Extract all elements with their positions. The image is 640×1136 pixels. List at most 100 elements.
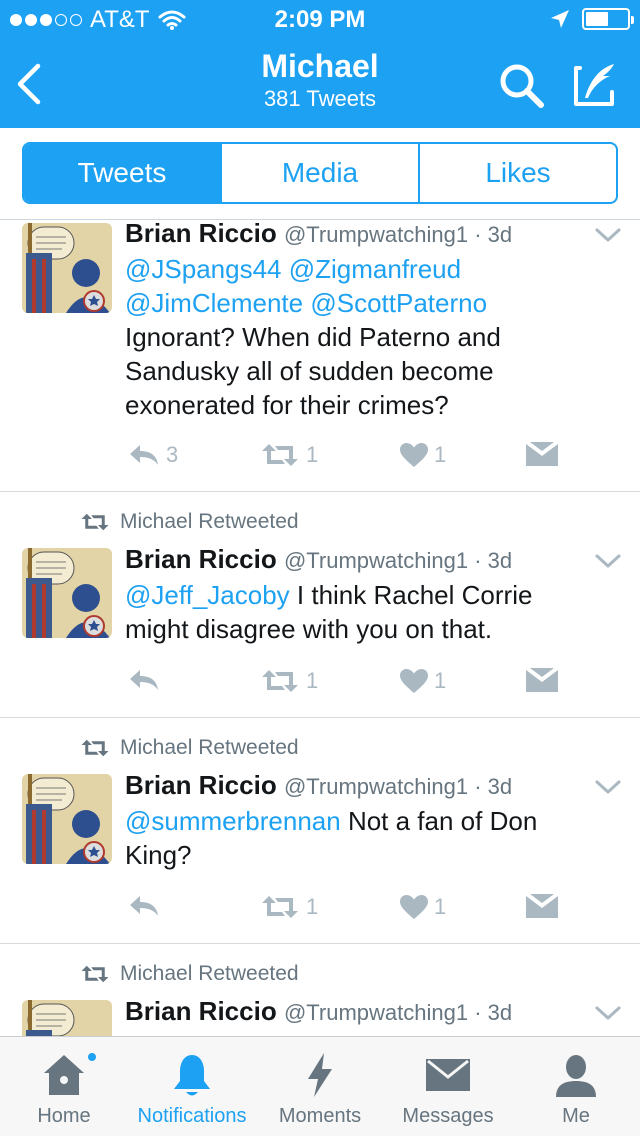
author-handle-time: @Trumpwatching1 · 3d bbox=[283, 1000, 513, 1025]
author-avatar[interactable] bbox=[22, 1000, 112, 1036]
tabbar-me[interactable]: Me bbox=[512, 1037, 640, 1136]
author-handle-time: @Trumpwatching1 · 3d bbox=[283, 548, 513, 573]
tweet-actions: 3 1 1 bbox=[128, 442, 568, 472]
chevron-down-icon[interactable] bbox=[594, 778, 622, 798]
tweet-feed[interactable]: Brian Riccio @Trumpwatching1 · 3d @JSpan… bbox=[0, 220, 640, 1036]
retweet-context: Michael Retweeted bbox=[80, 962, 299, 986]
retweet-context: Michael Retweeted bbox=[80, 510, 299, 534]
author-name[interactable]: Brian Riccio bbox=[125, 770, 277, 800]
retweet-icon bbox=[80, 965, 110, 983]
mention-link[interactable]: @JSpangs44 bbox=[125, 254, 282, 284]
direct-message-button[interactable] bbox=[526, 894, 558, 918]
tweet-header: Brian Riccio @Trumpwatching1 · 3d bbox=[125, 544, 512, 575]
author-avatar[interactable] bbox=[22, 774, 112, 864]
reply-button[interactable] bbox=[128, 668, 160, 692]
like-button[interactable]: 1 bbox=[400, 442, 446, 468]
like-count: 1 bbox=[434, 442, 447, 467]
nav-bar: Michael 381 Tweets bbox=[0, 40, 640, 128]
like-button[interactable]: 1 bbox=[400, 668, 446, 694]
bell-icon bbox=[174, 1055, 210, 1096]
tweet-actions: 1 1 bbox=[128, 894, 568, 924]
retweet-context: Michael Retweeted bbox=[80, 736, 299, 760]
mention-link[interactable]: @JimClemente bbox=[125, 288, 303, 318]
tab-likes[interactable]: Likes bbox=[418, 144, 616, 202]
profile-tabs: Tweets Media Likes bbox=[22, 142, 618, 204]
envelope-icon bbox=[526, 442, 558, 466]
tabbar-label: Moments bbox=[278, 1105, 362, 1127]
tweet-actions: 1 1 bbox=[128, 668, 568, 698]
envelope-icon bbox=[526, 668, 558, 692]
reply-button[interactable] bbox=[128, 894, 160, 918]
reply-icon bbox=[128, 894, 160, 918]
tweet-item[interactable]: Michael Retweeted Brian Riccio @Trumpwat… bbox=[0, 492, 640, 718]
tabbar-label: Notifications bbox=[137, 1105, 247, 1127]
reply-icon bbox=[128, 443, 160, 467]
mention-link[interactable]: @Jeff_Jacoby bbox=[125, 580, 290, 610]
author-avatar[interactable] bbox=[22, 548, 112, 638]
author-handle-time: @Trumpwatching1 · 3d bbox=[283, 774, 513, 799]
retweet-count: 1 bbox=[306, 668, 319, 693]
reply-button[interactable]: 3 bbox=[128, 442, 178, 468]
envelope-icon bbox=[526, 894, 558, 918]
tabbar-label: Me bbox=[562, 1105, 590, 1127]
chevron-down-icon[interactable] bbox=[594, 1004, 622, 1024]
reply-icon bbox=[128, 668, 160, 692]
tabbar-label: Messages bbox=[402, 1105, 494, 1127]
retweet-icon bbox=[260, 895, 300, 919]
author-name[interactable]: Brian Riccio bbox=[125, 220, 277, 248]
direct-message-button[interactable] bbox=[526, 668, 558, 692]
bottom-tab-bar: Home Notifications Moments Messages Me bbox=[0, 1036, 640, 1136]
tabbar-notifications[interactable]: Notifications bbox=[128, 1037, 256, 1136]
tweet-text: @summerbrennan Not a fan of Don King? bbox=[125, 804, 565, 872]
author-avatar[interactable] bbox=[22, 223, 112, 313]
tweet-body: Ignorant? When did Paterno and Sandusky … bbox=[125, 322, 501, 420]
retweet-icon bbox=[80, 739, 110, 757]
notification-dot bbox=[86, 1051, 98, 1063]
retweeted-by-label: Michael Retweeted bbox=[120, 736, 299, 759]
lightning-icon bbox=[308, 1053, 332, 1097]
mention-link[interactable]: @summerbrennan bbox=[125, 806, 341, 836]
like-count: 1 bbox=[434, 894, 447, 919]
author-name[interactable]: Brian Riccio bbox=[125, 544, 277, 574]
retweet-button[interactable]: 1 bbox=[260, 894, 318, 920]
tweet-header: Brian Riccio @Trumpwatching1 · 3d bbox=[125, 770, 512, 801]
tweet-item[interactable]: Brian Riccio @Trumpwatching1 · 3d @JSpan… bbox=[0, 220, 640, 492]
tweet-text: @Jeff_Jacoby I think Rachel Corrie might… bbox=[125, 578, 565, 646]
tweet-item[interactable]: Michael Retweeted Brian Riccio @Trumpwat… bbox=[0, 718, 640, 944]
tabbar-messages[interactable]: Messages bbox=[384, 1037, 512, 1136]
profile-tabs-bar: Tweets Media Likes bbox=[0, 128, 640, 220]
retweeted-by-label: Michael Retweeted bbox=[120, 962, 299, 985]
retweet-icon bbox=[260, 443, 300, 467]
search-icon[interactable] bbox=[498, 62, 546, 110]
tweet-header: Brian Riccio @Trumpwatching1 · 3d bbox=[125, 996, 512, 1027]
author-handle-time: @Trumpwatching1 · 3d bbox=[283, 222, 513, 247]
heart-icon bbox=[400, 443, 428, 467]
tabbar-label: Home bbox=[37, 1105, 91, 1127]
chevron-down-icon[interactable] bbox=[594, 226, 622, 246]
mention-link[interactable]: @Zigmanfreud bbox=[289, 254, 461, 284]
tabbar-home[interactable]: Home bbox=[0, 1037, 128, 1136]
like-count: 1 bbox=[434, 668, 447, 693]
status-time: 2:09 PM bbox=[274, 6, 366, 33]
heart-icon bbox=[400, 895, 428, 919]
retweet-button[interactable]: 1 bbox=[260, 668, 318, 694]
direct-message-button[interactable] bbox=[526, 442, 558, 466]
location-arrow-icon bbox=[551, 10, 569, 28]
tabbar-moments[interactable]: Moments bbox=[256, 1037, 384, 1136]
tweet-item[interactable]: Michael Retweeted Brian Riccio @Trumpwat… bbox=[0, 944, 640, 1036]
chevron-down-icon[interactable] bbox=[594, 552, 622, 572]
envelope-icon bbox=[426, 1059, 470, 1091]
person-icon bbox=[556, 1055, 596, 1097]
retweet-count: 1 bbox=[306, 894, 319, 919]
mention-link[interactable]: @ScottPaterno bbox=[310, 288, 487, 318]
like-button[interactable]: 1 bbox=[400, 894, 446, 920]
retweet-button[interactable]: 1 bbox=[260, 442, 318, 468]
battery-icon bbox=[582, 8, 634, 30]
tab-media[interactable]: Media bbox=[220, 144, 418, 202]
compose-tweet-icon[interactable] bbox=[570, 60, 620, 110]
tab-tweets[interactable]: Tweets bbox=[24, 144, 220, 202]
profile-header: AT&T 2:09 PM Michael 381 Tweets bbox=[0, 0, 640, 128]
status-bar: AT&T 2:09 PM bbox=[0, 0, 640, 40]
author-name[interactable]: Brian Riccio bbox=[125, 996, 277, 1026]
home-icon bbox=[44, 1055, 84, 1095]
